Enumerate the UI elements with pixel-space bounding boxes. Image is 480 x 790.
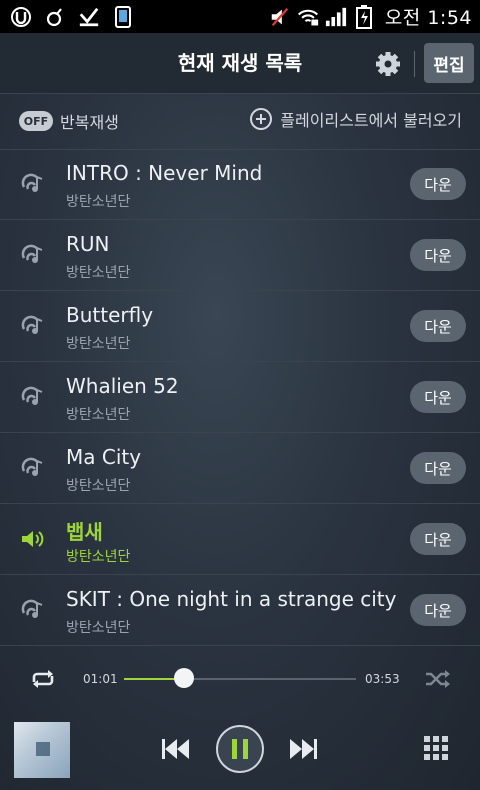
- total-time: 03:53: [365, 672, 400, 686]
- load-playlist-label: 플레이리스트에서 불러오기: [280, 111, 462, 130]
- next-icon[interactable]: [287, 737, 319, 761]
- download-button[interactable]: 다운: [410, 381, 466, 413]
- track-title: Whalien 52: [66, 374, 179, 398]
- download-button[interactable]: 다운: [410, 452, 466, 484]
- download-button[interactable]: 다운: [410, 523, 466, 555]
- grid-menu-icon[interactable]: [424, 736, 448, 760]
- download-button[interactable]: 다운: [410, 594, 466, 626]
- track-title: SKIT : One night in a strange city: [66, 587, 397, 611]
- track-title: Butterfly: [66, 303, 154, 327]
- wifi-icon: [297, 6, 319, 28]
- track-artist: 방탄소년단: [66, 265, 131, 281]
- music-note-icon: [20, 457, 46, 479]
- repeat-toggle[interactable]: OFF: [19, 111, 53, 131]
- current-time: 01:01: [83, 672, 118, 686]
- page-title: 현재 재생 목록: [177, 51, 303, 75]
- track-title: RUN: [66, 232, 110, 256]
- album-art-mark: [36, 742, 50, 756]
- settings-gear-icon[interactable]: [373, 49, 403, 79]
- music-note-icon: [20, 244, 46, 266]
- speaker-playing-icon: [20, 528, 46, 550]
- header: 현재 재생 목록 편집: [0, 33, 480, 94]
- mute-icon: [269, 6, 291, 28]
- track-title: Ma City: [66, 445, 142, 469]
- u-plus-icon: [10, 6, 32, 28]
- music-note-icon: [20, 173, 46, 195]
- seek-handle[interactable]: [174, 668, 195, 688]
- download-button[interactable]: 다운: [410, 239, 466, 271]
- check-icon: [78, 6, 100, 28]
- previous-icon[interactable]: [160, 737, 192, 761]
- track-artist: 방탄소년단: [66, 478, 131, 494]
- album-art[interactable]: [14, 722, 70, 778]
- track-list[interactable]: INTRO : Never Mind 방탄소년단 다운 RUN 방탄소년단 다운…: [0, 149, 480, 649]
- track-title: INTRO : Never Mind: [66, 161, 263, 185]
- music-note-icon: [20, 599, 46, 621]
- battery-icon: [353, 4, 375, 29]
- track-row[interactable]: Whalien 52 방탄소년단 다운: [0, 362, 480, 433]
- shuffle-icon[interactable]: [424, 668, 452, 690]
- status-time: 오전 1:54: [384, 7, 472, 29]
- playlist-controls-row: OFF 반복재생 플레이리스트에서 불러오기: [0, 93, 480, 150]
- track-title: 뱁새: [66, 520, 103, 544]
- signal-icon: [325, 6, 347, 28]
- track-row[interactable]: Ma City 방탄소년단 다운: [0, 433, 480, 504]
- track-artist: 방탄소년단: [66, 336, 131, 352]
- track-artist: 방탄소년단: [66, 194, 131, 210]
- download-button[interactable]: 다운: [410, 168, 466, 200]
- pause-button[interactable]: [216, 725, 264, 773]
- phone-icon: [112, 5, 134, 28]
- track-row[interactable]: SKIT : One night in a strange city 방탄소년단…: [0, 575, 480, 646]
- edit-button[interactable]: 편집: [424, 43, 474, 83]
- bell-icon: [44, 6, 66, 28]
- track-row[interactable]: Butterfly 방탄소년단 다운: [0, 291, 480, 362]
- music-note-icon: [20, 315, 46, 337]
- pause-icon: [232, 739, 237, 759]
- track-artist: 방탄소년단: [66, 620, 131, 636]
- load-playlist-button[interactable]: 플레이리스트에서 불러오기: [250, 107, 462, 131]
- track-row[interactable]: RUN 방탄소년단 다운: [0, 220, 480, 291]
- music-note-icon: [20, 386, 46, 408]
- player-bar: 01:01 03:53: [0, 650, 480, 790]
- seek-bar[interactable]: [124, 668, 356, 688]
- repeat-label[interactable]: 반복재생: [60, 109, 119, 133]
- track-row[interactable]: INTRO : Never Mind 방탄소년단 다운: [0, 149, 480, 220]
- repeat-icon[interactable]: [28, 668, 58, 690]
- track-artist: 방탄소년단: [66, 407, 131, 423]
- status-bar: 오전 1:54: [0, 0, 480, 33]
- track-row-now-playing[interactable]: 뱁새 방탄소년단 다운: [0, 504, 480, 575]
- add-circle-icon: [250, 108, 273, 130]
- download-button[interactable]: 다운: [410, 310, 466, 342]
- header-divider: [414, 51, 415, 77]
- track-artist: 방탄소년단: [66, 549, 131, 565]
